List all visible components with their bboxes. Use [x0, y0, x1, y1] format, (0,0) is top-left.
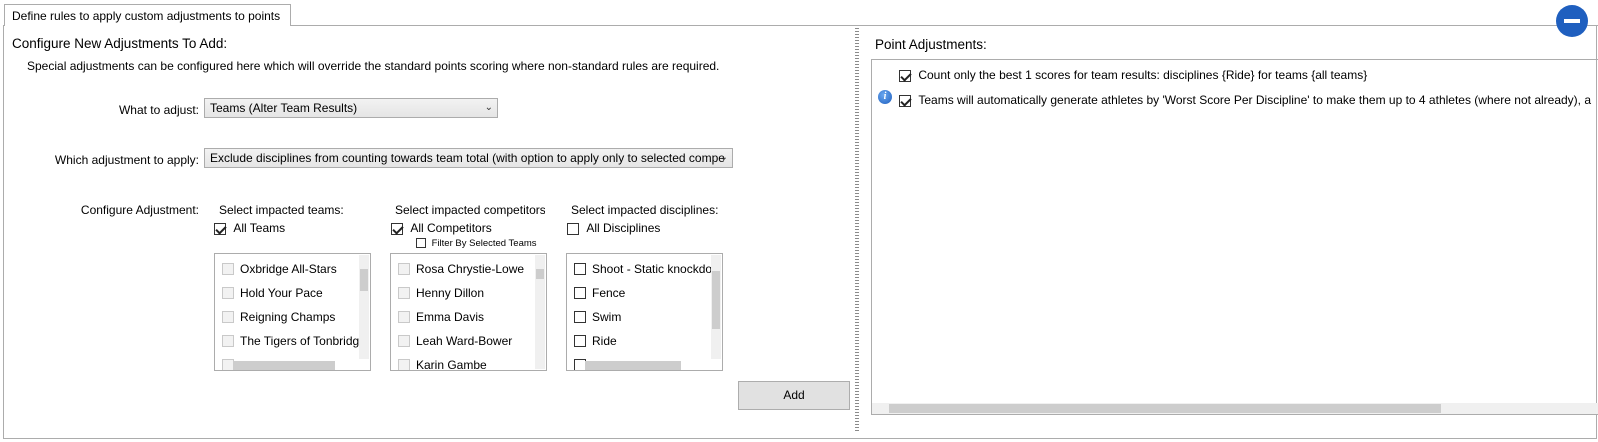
- team-name: Reigning Champs: [240, 310, 336, 324]
- list-item[interactable]: Karin Gambe: [398, 355, 487, 371]
- checkbox-icon: [391, 222, 403, 235]
- horizontal-scrollbar[interactable]: [872, 403, 1598, 414]
- list-item[interactable]: Oxbridge All-Stars: [222, 259, 337, 279]
- filter-by-teams-checkbox[interactable]: Filter By Selected Teams: [416, 238, 537, 249]
- scroll-thumb[interactable]: [889, 404, 1441, 413]
- all-teams-checkbox[interactable]: All Teams: [214, 221, 285, 235]
- panel-splitter[interactable]: [855, 28, 859, 432]
- vertical-scrollbar[interactable]: [535, 255, 545, 369]
- competitor-name: Emma Davis: [416, 310, 485, 324]
- list-item[interactable]: Hold Your Pace: [222, 283, 323, 303]
- discipline-name: Shoot - Static knockdown: [592, 262, 711, 276]
- which-adjustment-value: Exclude disciplines from counting toward…: [210, 151, 725, 165]
- vertical-scrollbar[interactable]: [711, 255, 721, 359]
- checkbox-icon: [899, 94, 911, 107]
- what-to-adjust-label: What to adjust:: [118, 103, 199, 117]
- discipline-name: Swim: [592, 310, 622, 324]
- competitor-name: Rosa Chrystie-Lowe: [416, 262, 525, 276]
- list-item[interactable]: Teams will automatically generate athlet…: [899, 93, 1591, 107]
- dropdown-arrow-icon: ⌄: [719, 152, 728, 163]
- list-item[interactable]: Reigning Champs: [222, 307, 335, 327]
- which-adjustment-select[interactable]: Exclude disciplines from counting toward…: [204, 148, 733, 168]
- checkbox-icon: [416, 238, 426, 249]
- which-adjustment-label: Which adjustment to apply:: [54, 153, 199, 167]
- configure-description: Special adjustments can be configured he…: [27, 59, 720, 73]
- info-icon[interactable]: i: [878, 90, 892, 104]
- list-item[interactable]: Count only the best 1 scores for team re…: [899, 68, 1367, 82]
- scroll-thumb[interactable]: [360, 269, 368, 291]
- what-to-adjust-select[interactable]: Teams (Alter Team Results) ⌄: [204, 98, 498, 118]
- disciplines-listbox[interactable]: Shoot - Static knockdown Fence Swim Ride: [566, 253, 723, 371]
- configure-adjustment-label: Configure Adjustment:: [80, 203, 199, 217]
- competitor-name: Leah Ward-Bower: [416, 334, 513, 348]
- all-teams-label: All Teams: [233, 221, 286, 235]
- competitor-name: Henny Dillon: [416, 286, 485, 300]
- vertical-scrollbar[interactable]: [359, 255, 369, 359]
- adjustment-text: Count only the best 1 scores for team re…: [918, 68, 1368, 82]
- list-item[interactable]: Henny Dillon: [398, 283, 484, 303]
- discipline-name: Fence: [592, 286, 626, 300]
- checkbox-icon: [214, 222, 226, 235]
- point-adjustments-heading: Point Adjustments:: [875, 37, 987, 52]
- horizontal-scrollbar[interactable]: [585, 361, 681, 370]
- list-item[interactable]: Swim: [574, 307, 621, 327]
- dropdown-arrow-icon: ⌄: [484, 102, 493, 113]
- filter-by-teams-label: Filter By Selected Teams: [431, 238, 537, 249]
- all-competitors-label: All Competitors: [410, 221, 492, 235]
- list-item[interactable]: The Tigers of Tonbridge: [222, 331, 359, 351]
- all-competitors-checkbox[interactable]: All Competitors: [391, 221, 492, 235]
- checkbox-icon: [567, 222, 579, 235]
- point-adjustments-list[interactable]: Count only the best 1 scores for team re…: [871, 59, 1598, 415]
- list-item[interactable]: Rosa Chrystie-Lowe: [398, 259, 524, 279]
- all-disciplines-label: All Disciplines: [586, 221, 661, 235]
- discipline-name: Ride: [592, 334, 617, 348]
- list-item[interactable]: Fence: [574, 283, 625, 303]
- scroll-thumb[interactable]: [712, 271, 720, 329]
- horizontal-scrollbar[interactable]: [233, 361, 335, 370]
- team-name: Oxbridge All-Stars: [240, 262, 337, 276]
- adjustment-text: Teams will automatically generate athlet…: [918, 93, 1592, 107]
- what-to-adjust-value: Teams (Alter Team Results): [210, 101, 358, 115]
- list-item[interactable]: Leah Ward-Bower: [398, 331, 512, 351]
- configure-heading: Configure New Adjustments To Add:: [12, 36, 228, 51]
- competitors-listbox[interactable]: Rosa Chrystie-Lowe Henny Dillon Emma Dav…: [390, 253, 547, 371]
- add-button[interactable]: Add: [738, 381, 850, 410]
- checkbox-icon: [899, 69, 911, 82]
- list-item[interactable]: Ride: [574, 331, 617, 351]
- collapse-icon[interactable]: [1556, 5, 1588, 37]
- all-disciplines-checkbox[interactable]: All Disciplines: [567, 221, 660, 235]
- team-name: Hold Your Pace: [240, 286, 323, 300]
- disciplines-header: Select impacted disciplines:: [571, 203, 719, 217]
- teams-header: Select impacted teams:: [219, 203, 344, 217]
- tab-define-rules[interactable]: Define rules to apply custom adjustments…: [4, 4, 291, 26]
- competitors-header: Select impacted competitors: [395, 203, 545, 217]
- list-item[interactable]: Shoot - Static knockdown: [574, 259, 711, 279]
- teams-listbox[interactable]: Oxbridge All-Stars Hold Your Pace Reigni…: [214, 253, 371, 371]
- scroll-thumb[interactable]: [536, 269, 544, 279]
- list-item[interactable]: Emma Davis: [398, 307, 484, 327]
- competitor-name: Karin Gambe: [416, 358, 487, 371]
- team-name: The Tigers of Tonbridge: [240, 334, 359, 348]
